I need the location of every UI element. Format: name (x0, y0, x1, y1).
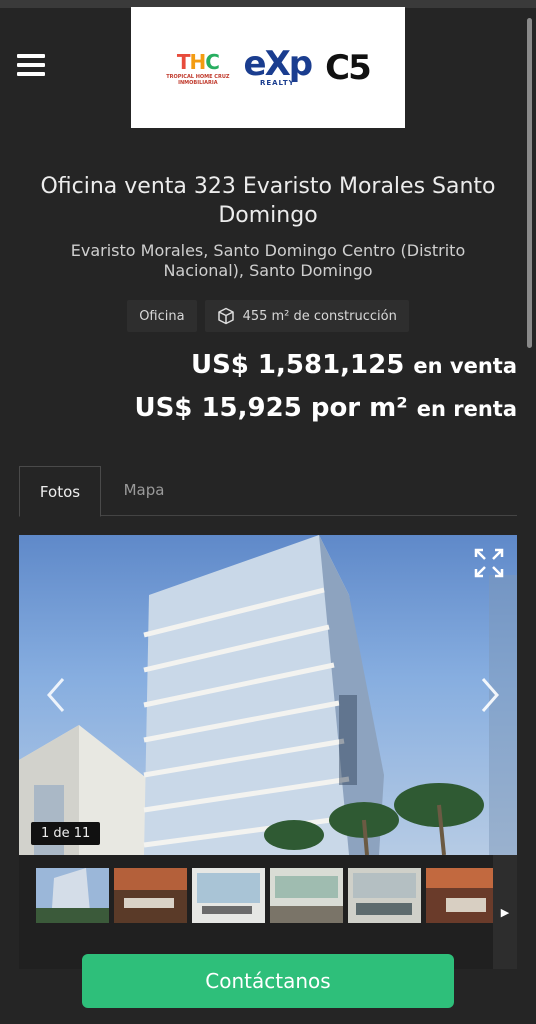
thumbnail-2[interactable] (114, 868, 187, 923)
tab-mapa[interactable]: Mapa (109, 466, 179, 514)
area-chip: 455 m² de construcción (204, 300, 409, 332)
cube-icon (217, 307, 234, 325)
type-chip: Oficina (127, 300, 197, 332)
area-chip-label: 455 m² de construcción (242, 308, 397, 324)
price-sale-suffix: en venta (413, 354, 517, 378)
thumbnail-4[interactable] (270, 868, 343, 923)
price-sale: US$ 1,581,125 en venta (191, 350, 517, 380)
photo-counter: 1 de 11 (31, 822, 101, 845)
page-scrollbar[interactable] (527, 18, 532, 348)
exp-realty-logo: eXp REALTY (243, 43, 314, 87)
listing-chips: Oficina 455 m² de construcción (0, 300, 536, 332)
media-tabs: Fotos Mapa (19, 466, 517, 517)
price-sale-amount: US$ 1,581,125 (190, 350, 405, 380)
building-photo (19, 535, 517, 855)
thumbnail-3[interactable] (192, 868, 265, 923)
brand-logos: THC TROPICAL HOME CRUZ INMOBILIARIA eXp … (131, 7, 405, 128)
c5-logo: C5 (325, 47, 372, 88)
listing-location: Evaristo Morales, Santo Domingo Centro (… (70, 241, 466, 280)
expand-icon[interactable] (473, 547, 505, 579)
price-rent-amount: US$ 15,925 por m² (134, 393, 408, 423)
price-rent: US$ 15,925 por m² en renta (134, 393, 517, 423)
thumbnail-next-button[interactable]: ▶ (493, 855, 517, 969)
tropical-home-cruz-logo: THC TROPICAL HOME CRUZ INMOBILIARIA (166, 49, 230, 86)
thumbnail-5[interactable] (348, 868, 421, 923)
tab-fotos[interactable]: Fotos (19, 466, 101, 517)
chevron-right-icon[interactable] (475, 675, 505, 715)
hamburger-menu-icon[interactable] (17, 54, 45, 78)
triangle-right-icon: ▶ (500, 905, 510, 919)
thumbnail-6[interactable] (426, 868, 499, 923)
page-title: Oficina venta 323 Evaristo Morales Santo… (40, 174, 496, 228)
chevron-left-icon[interactable] (41, 675, 71, 715)
contact-button[interactable]: Contáctanos (82, 954, 454, 1008)
photo-gallery[interactable]: 1 de 11 (19, 535, 517, 855)
type-chip-label: Oficina (139, 308, 185, 324)
price-rent-suffix: en renta (416, 397, 517, 421)
thumbnail-1[interactable] (36, 868, 109, 923)
thumbnail-strip: ▶ (19, 855, 517, 969)
